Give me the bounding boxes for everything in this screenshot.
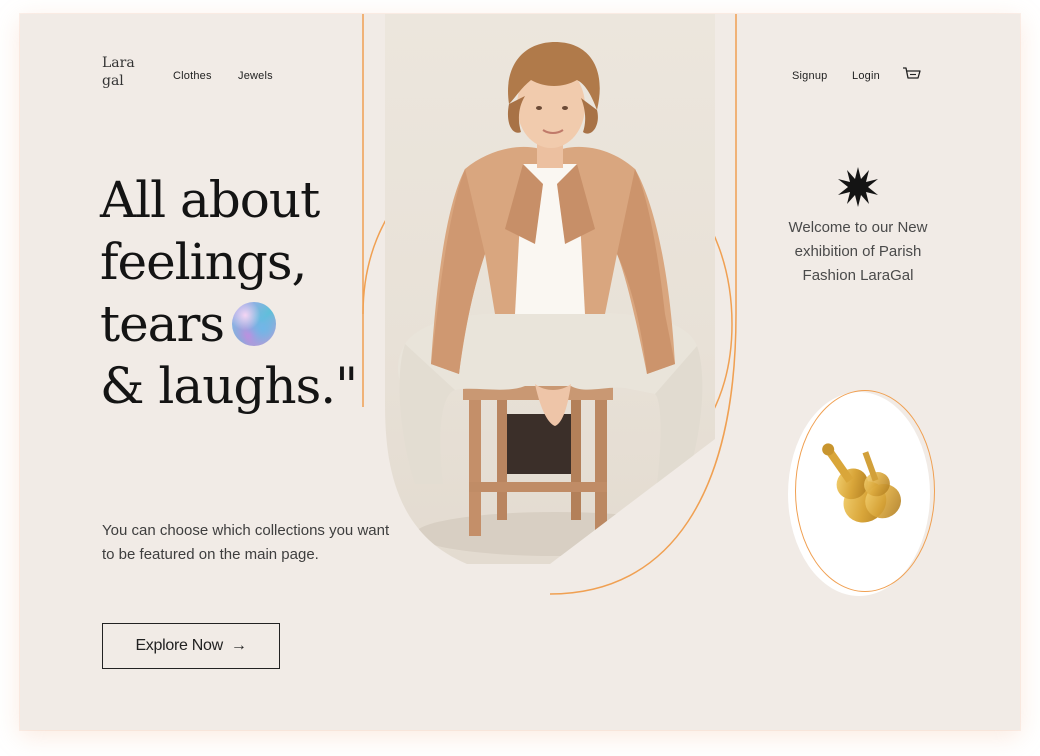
- oval-ring: [795, 390, 935, 592]
- welcome-text: Welcome to our New exhibition of Parish …: [788, 219, 928, 284]
- cart-icon[interactable]: [902, 66, 922, 84]
- model-illustration: [385, 14, 715, 564]
- headline-line-3: tears: [100, 293, 400, 355]
- hero-headline: All about feelings, tears & laughs.": [100, 169, 400, 417]
- headline-line-1: All about: [100, 171, 320, 229]
- nav-clothes[interactable]: Clothes: [173, 70, 212, 82]
- nav-signup[interactable]: Signup: [792, 70, 827, 82]
- starburst-icon: [838, 167, 878, 207]
- logo-line1: Lara: [102, 55, 135, 71]
- hero-photo: [385, 14, 715, 564]
- arrow-right-icon: →: [230, 637, 247, 654]
- explore-now-button[interactable]: Explore Now →: [102, 623, 280, 669]
- marble-orb-icon: [232, 302, 277, 346]
- explore-label: Explore Now: [135, 637, 223, 654]
- headline-line-4: & laughs.": [100, 357, 358, 415]
- brand-logo[interactable]: Lara gal: [102, 54, 142, 90]
- nav-login[interactable]: Login: [852, 70, 880, 82]
- nav-jewels[interactable]: Jewels: [238, 70, 273, 82]
- landing-card: Lara gal Clothes Jewels Signup Login All…: [20, 14, 1020, 730]
- hero-subtitle: You can choose which collections you wan…: [102, 522, 390, 563]
- headline-line-2: feelings,: [100, 233, 307, 291]
- headline-line-3-text: tears: [100, 295, 225, 353]
- logo-line2: gal: [102, 73, 124, 89]
